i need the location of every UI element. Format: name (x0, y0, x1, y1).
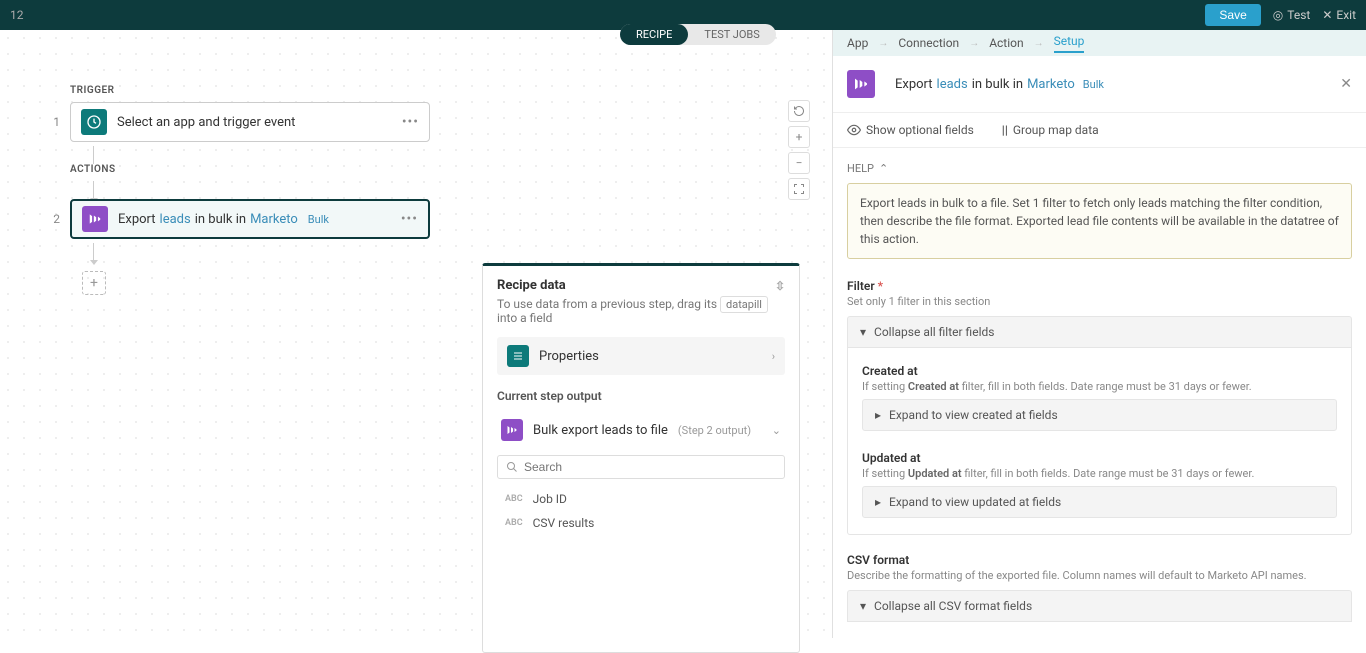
exit-button[interactable]: ✕ Exit (1322, 8, 1356, 22)
reset-view-button[interactable] (788, 100, 810, 122)
output-item[interactable]: ABC Job ID (497, 487, 785, 511)
help-toggle[interactable]: HELP ⌃ (847, 162, 1352, 175)
arrow-icon: → (969, 38, 979, 49)
config-panel: App → Connection → Action → Setup Export… (832, 30, 1366, 638)
trigger-section-label: TRIGGER (70, 85, 832, 96)
config-title: Export leads in bulk in Marketo Bulk (895, 77, 1104, 92)
csv-format-label: CSV format (847, 553, 1352, 567)
arrow-icon: → (1034, 38, 1044, 49)
list-icon (507, 345, 529, 367)
type-badge: ABC (505, 518, 523, 528)
properties-row[interactable]: Properties › (497, 337, 785, 375)
expand-icon[interactable]: ⇳ (775, 279, 785, 293)
action-step[interactable]: Export leads in bulk in Marketo Bulk ••• (70, 199, 430, 239)
marketo-icon (501, 419, 523, 441)
step-more-icon[interactable]: ••• (401, 211, 418, 227)
connector-arrow (93, 181, 94, 199)
search-input[interactable] (524, 460, 776, 474)
zoom-in-button[interactable]: + (788, 126, 810, 148)
target-icon: ◎ (1273, 8, 1283, 22)
config-header: Export leads in bulk in Marketo Bulk ✕ (833, 56, 1366, 113)
eye-icon (847, 123, 861, 137)
test-button[interactable]: ◎ Test (1273, 8, 1311, 22)
triangle-right-icon: ▸ (875, 495, 881, 509)
chevron-up-icon: ⌃ (879, 162, 888, 175)
filter-hint: Set only 1 filter in this section (847, 295, 1352, 308)
step-num-2: 2 (48, 212, 60, 226)
output-item-label: Job ID (533, 492, 567, 506)
save-button[interactable]: Save (1205, 4, 1260, 26)
tab-recipe[interactable]: RECIPE (620, 24, 688, 45)
triangle-right-icon: ▸ (875, 408, 881, 422)
chevron-right-icon: › (772, 350, 775, 363)
group-map-toggle[interactable]: || Group map data (1002, 123, 1099, 137)
search-icon (506, 461, 518, 473)
connector-line (93, 146, 94, 164)
created-at-label: Created at (862, 364, 1337, 378)
breadcrumb-connection[interactable]: Connection (898, 36, 959, 50)
expand-updated-at-toggle[interactable]: ▸ Expand to view updated at fields (862, 486, 1337, 518)
expand-created-at-toggle[interactable]: ▸ Expand to view created at fields (862, 399, 1337, 431)
trigger-step-label: Select an app and trigger event (117, 115, 295, 130)
recipe-data-panel: Recipe data ⇳ To use data from a previou… (482, 263, 800, 653)
output-item-label: CSV results (533, 516, 595, 530)
output-meta: (Step 2 output) (678, 424, 751, 437)
trigger-step[interactable]: Select an app and trigger event ••• (70, 102, 430, 142)
fit-view-button[interactable] (788, 178, 810, 200)
close-icon: ✕ (1322, 8, 1332, 22)
triangle-down-icon: ▾ (860, 325, 866, 339)
breadcrumb-action[interactable]: Action (989, 36, 1023, 50)
action-step-label: Export leads in bulk in Marketo Bulk (118, 212, 329, 227)
step-more-icon[interactable]: ••• (402, 114, 419, 130)
actions-section-label: ACTIONS (70, 164, 832, 175)
step-num-1: 1 (48, 115, 60, 129)
map-icon: || (1002, 123, 1008, 137)
triangle-down-icon: ▾ (860, 599, 866, 613)
type-badge: ABC (505, 494, 523, 504)
breadcrumb-setup[interactable]: Setup (1054, 34, 1085, 53)
updated-at-label: Updated at (862, 451, 1337, 465)
tab-switcher: RECIPE TEST JOBS (620, 24, 776, 45)
collapse-csv-toggle[interactable]: ▾ Collapse all CSV format fields (847, 590, 1352, 622)
tab-test-jobs[interactable]: TEST JOBS (688, 24, 775, 45)
connector-arrow (93, 243, 94, 261)
recipe-data-hint: To use data from a previous step, drag i… (497, 297, 785, 325)
show-optional-toggle[interactable]: Show optional fields (847, 123, 974, 137)
current-output-label: Current step output (497, 389, 785, 403)
search-input-wrap[interactable] (497, 455, 785, 479)
marketo-icon (847, 70, 875, 98)
breadcrumb-app[interactable]: App (847, 36, 868, 50)
properties-label: Properties (539, 349, 599, 364)
created-at-hint: If setting Created at filter, fill in bo… (862, 380, 1337, 393)
chevron-down-icon: ⌄ (772, 424, 781, 437)
output-title: Bulk export leads to file (533, 423, 668, 438)
marketo-icon (82, 206, 108, 232)
output-header-row[interactable]: Bulk export leads to file (Step 2 output… (497, 413, 785, 447)
close-button[interactable]: ✕ (1340, 76, 1352, 92)
breadcrumb: App → Connection → Action → Setup (833, 30, 1366, 56)
recipe-data-title: Recipe data (497, 278, 566, 293)
arrow-icon: → (878, 38, 888, 49)
breadcrumb-left: 12 (10, 8, 24, 22)
filter-label: Filter * (847, 279, 1352, 293)
help-text: Export leads in bulk to a file. Set 1 fi… (847, 183, 1352, 259)
output-item[interactable]: ABC CSV results (497, 511, 785, 535)
clock-icon (81, 109, 107, 135)
csv-format-hint: Describe the formatting of the exported … (847, 569, 1352, 582)
updated-at-hint: If setting Updated at filter, fill in bo… (862, 467, 1337, 480)
recipe-canvas: + − TRIGGER 1 Select an app and trigger … (0, 30, 832, 638)
zoom-out-button[interactable]: − (788, 152, 810, 174)
collapse-filters-toggle[interactable]: ▾ Collapse all filter fields (847, 316, 1352, 348)
add-step-button[interactable]: + (82, 271, 106, 295)
